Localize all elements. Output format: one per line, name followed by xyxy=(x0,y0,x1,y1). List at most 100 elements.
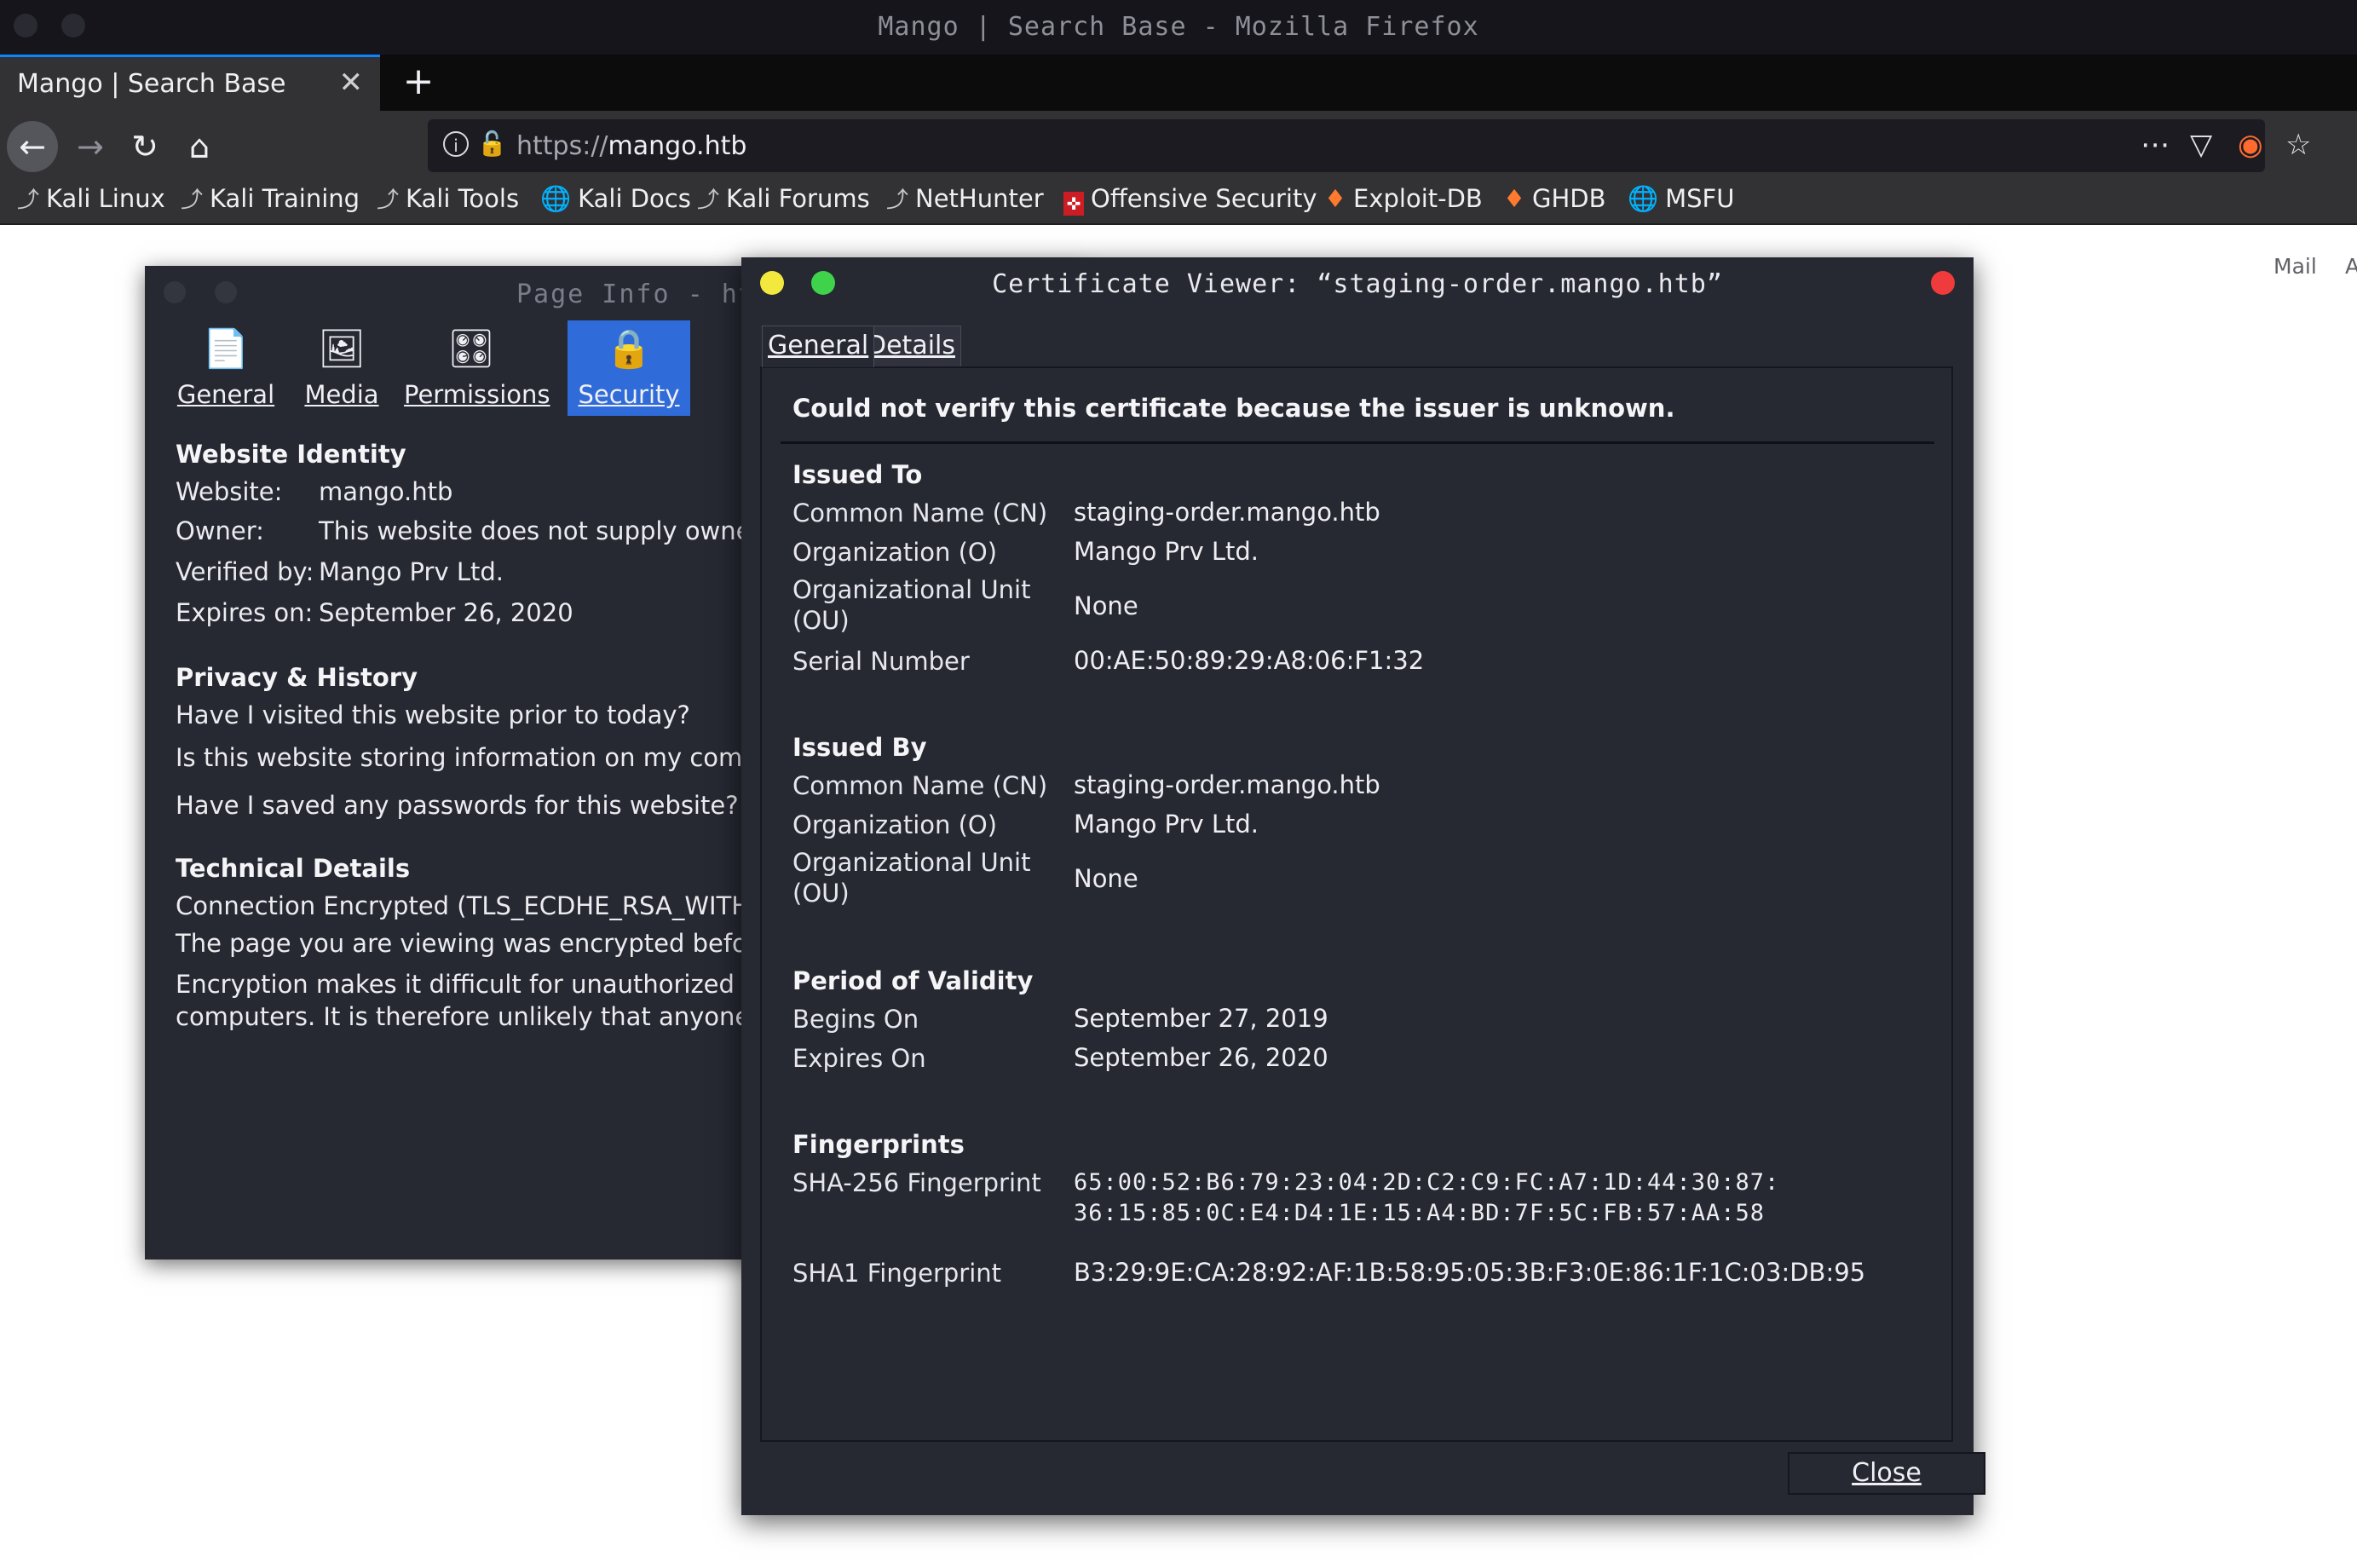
technical-text: Encryption makes it difficult for unauth… xyxy=(176,970,811,999)
bookmark-label: Kali Docs xyxy=(578,184,691,213)
mail-link[interactable]: Mail xyxy=(2273,254,2317,279)
field-label: Expires On xyxy=(792,1044,926,1073)
bookmark-kali-tools[interactable]: ⤴ Kali Tools xyxy=(377,184,519,223)
issued-by-heading: Issued By xyxy=(792,733,927,762)
tab-strip: Mango | Search Base ✕ + xyxy=(0,55,2357,111)
tab-general[interactable]: 📄 General xyxy=(170,320,281,416)
ubuntu-extension-icon[interactable]: ◉ xyxy=(2238,128,2263,162)
expires-row: Expires on: September 26, 2020 xyxy=(176,598,573,627)
site-info-icon[interactable]: i xyxy=(443,131,469,157)
tab-details[interactable]: Details xyxy=(861,326,962,368)
back-arrow-icon[interactable]: ← xyxy=(7,121,58,172)
website-row: Website: mango.htb xyxy=(176,477,452,506)
technical-text: Connection Encrypted (TLS_ECDHE_RSA_WITH… xyxy=(176,891,763,920)
bookmark-label: Kali Forums xyxy=(726,184,870,213)
url-host: mango.htb xyxy=(608,131,747,161)
verification-warning: Could not verify this certificate becaus… xyxy=(792,394,1675,423)
url-scheme: https:// xyxy=(516,131,608,161)
field-label: Organizational Unit (OU) xyxy=(792,575,1031,635)
privacy-question: Have I visited this website prior to tod… xyxy=(176,700,690,729)
page-actions-menu-icon[interactable]: ⋯ xyxy=(2141,128,2170,162)
bookmark-label: Offensive Security xyxy=(1091,184,1317,213)
exploitdb-icon: ♦ xyxy=(1324,184,1346,213)
tab-media[interactable]: 🖼 Media xyxy=(295,320,389,416)
website-value: mango.htb xyxy=(319,477,453,506)
begins-on-value: September 27, 2019 xyxy=(1074,1004,1328,1033)
bookmark-label: Kali Tools xyxy=(406,184,520,213)
privacy-history-heading: Privacy & History xyxy=(176,663,418,692)
globe-icon: 🌐 xyxy=(540,184,572,213)
verified-by-value: Mango Prv Ltd. xyxy=(319,557,504,586)
fingerprints-heading: Fingerprints xyxy=(792,1130,965,1159)
technical-details-heading: Technical Details xyxy=(176,854,411,883)
browser-tab[interactable]: Mango | Search Base ✕ xyxy=(0,55,380,111)
offsec-icon: ✜ xyxy=(1063,192,1084,216)
privacy-question: Have I saved any passwords for this webs… xyxy=(176,791,739,820)
field-label: Begins On xyxy=(792,1005,919,1034)
certificate-viewer-dialog: Certificate Viewer: “staging-order.mango… xyxy=(741,257,1985,1515)
new-tab-button[interactable]: + xyxy=(394,58,443,107)
globe-icon: 🌐 xyxy=(1628,184,1659,213)
bookmark-msfu[interactable]: 🌐 MSFU xyxy=(1628,184,1734,223)
bookmark-exploit-db[interactable]: ♦ Exploit-DB xyxy=(1324,184,1483,223)
issued-to-cn-value: staging-order.mango.htb xyxy=(1074,498,1380,527)
window-control-dot[interactable] xyxy=(164,281,186,303)
kali-dragon-icon: ⤴ xyxy=(17,187,40,213)
bookmark-label: MSFU xyxy=(1665,184,1735,213)
tab-general[interactable]: General xyxy=(762,326,875,367)
expires-value: September 26, 2020 xyxy=(319,598,573,627)
field-label: Common Name (CN) xyxy=(792,499,1048,527)
tab-label: Permissions xyxy=(404,380,550,409)
expires-on-value: September 26, 2020 xyxy=(1074,1043,1328,1072)
home-icon[interactable]: ⌂ xyxy=(174,121,225,172)
url-bar[interactable]: i 🔓 https://mango.htb ⋯ ▽ ◉ ☆ xyxy=(428,119,2311,172)
bookmark-label: NetHunter xyxy=(915,184,1044,213)
window-control-dot[interactable] xyxy=(215,281,237,303)
tab-title: Mango | Search Base xyxy=(17,69,286,99)
page-info-title: Page Info - htt xyxy=(516,280,773,309)
reload-icon[interactable]: ↻ xyxy=(119,121,170,172)
field-label: Serial Number xyxy=(792,647,970,676)
media-icon: 🖼 xyxy=(318,327,366,371)
issued-by-cn-value: staging-order.mango.htb xyxy=(1074,770,1380,799)
field-label: Verified by: xyxy=(176,557,314,586)
field-label: Organizational Unit (OU) xyxy=(792,848,1031,908)
certificate-general-panel: Could not verify this certificate becaus… xyxy=(760,366,1953,1442)
bookmark-kali-training[interactable]: ⤴ Kali Training xyxy=(181,184,360,223)
bookmark-nethunter[interactable]: ⤴ NetHunter xyxy=(886,184,1044,223)
exploitdb-icon: ♦ xyxy=(1503,184,1525,213)
bookmark-ghdb[interactable]: ♦ GHDB xyxy=(1503,184,1606,223)
privacy-question: Is this website storing information on m… xyxy=(176,743,810,772)
sha256-fingerprint-line: 65:00:52:B6:79:23:04:2D:C2:C9:FC:A7:1D:4… xyxy=(1074,1169,1780,1196)
field-label: Expires on: xyxy=(176,598,314,627)
tab-security[interactable]: 🔒 Security xyxy=(568,320,690,416)
bookmark-star-icon[interactable]: ☆ xyxy=(2285,128,2311,162)
tab-permissions[interactable]: 🎛 Permissions xyxy=(404,320,550,416)
pocket-icon[interactable]: ▽ xyxy=(2190,128,2212,162)
bookmark-kali-docs[interactable]: 🌐 Kali Docs xyxy=(540,184,691,223)
padlock-icon: 🔒 xyxy=(605,327,653,371)
tab-close-icon[interactable]: ✕ xyxy=(339,66,364,100)
bookmark-kali-forums[interactable]: ⤴ Kali Forums xyxy=(697,184,870,223)
url-text[interactable]: https://mango.htb xyxy=(516,131,746,161)
field-label: Organization (O) xyxy=(792,538,998,567)
navigation-toolbar: ← → ↻ ⌂ i 🔓 https://mango.htb ⋯ ▽ ◉ ☆ xyxy=(0,111,2357,184)
issued-by-ou-value: None xyxy=(1074,864,1138,893)
bookmark-offensive-security[interactable]: ✜ Offensive Security xyxy=(1063,184,1317,223)
permissions-icon: 🎛 xyxy=(447,327,495,371)
issued-to-heading: Issued To xyxy=(792,460,923,489)
owner-row: Owner: This website does not supply owner… xyxy=(176,516,797,545)
issued-to-ou-value: None xyxy=(1074,591,1138,620)
bookmark-kali-linux[interactable]: ⤴ Kali Linux xyxy=(17,184,165,223)
bookmark-label: Exploit-DB xyxy=(1353,184,1483,213)
forward-arrow-icon[interactable]: → xyxy=(65,121,116,172)
kali-dragon-icon: ⤴ xyxy=(886,187,909,213)
insecure-lock-icon[interactable]: 🔓 xyxy=(477,130,507,158)
window-titlebar: Mango | Search Base - Mozilla Firefox xyxy=(0,0,2357,55)
close-button[interactable]: Close xyxy=(1788,1452,1985,1495)
window-title: Mango | Search Base - Mozilla Firefox xyxy=(878,12,1479,42)
kali-dragon-icon: ⤴ xyxy=(181,187,204,213)
serial-number-value: 00:AE:50:89:29:A8:06:F1:32 xyxy=(1074,646,1425,675)
truncated-page-link[interactable]: A xyxy=(2345,254,2357,279)
sha256-fingerprint-line: 36:15:85:0C:E4:D4:1E:15:A4:BD:7F:5C:FB:5… xyxy=(1074,1200,1766,1226)
